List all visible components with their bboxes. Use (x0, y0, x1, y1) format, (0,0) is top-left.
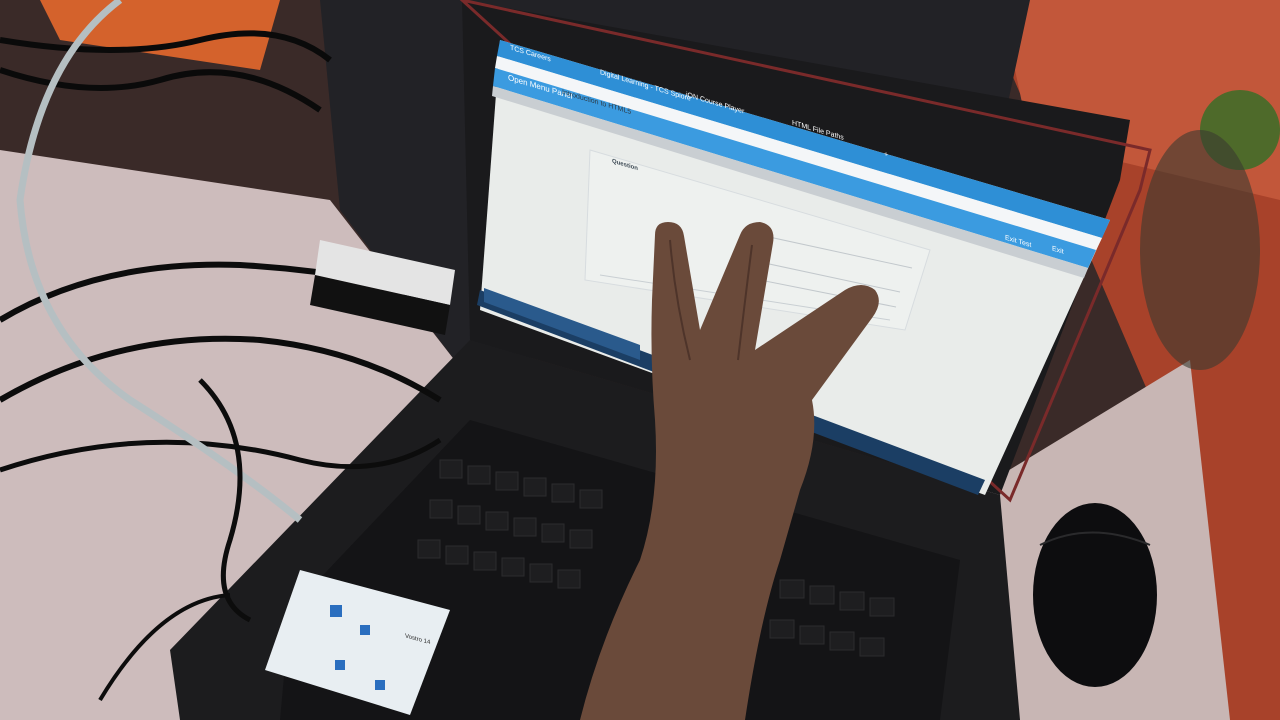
photo-scene: TCS Careers Digital Learning - TCS Spior… (0, 0, 1280, 720)
scene-backdrop: TCS Careers Digital Learning - TCS Spior… (0, 0, 1280, 720)
sticker-feature-icon (360, 625, 370, 635)
new-tab-button[interactable]: + (884, 150, 888, 159)
sticker-camera-icon (335, 660, 345, 670)
mouse (1033, 503, 1157, 687)
sticker-intel-icon (375, 680, 385, 690)
dell-logo-icon (330, 605, 342, 617)
